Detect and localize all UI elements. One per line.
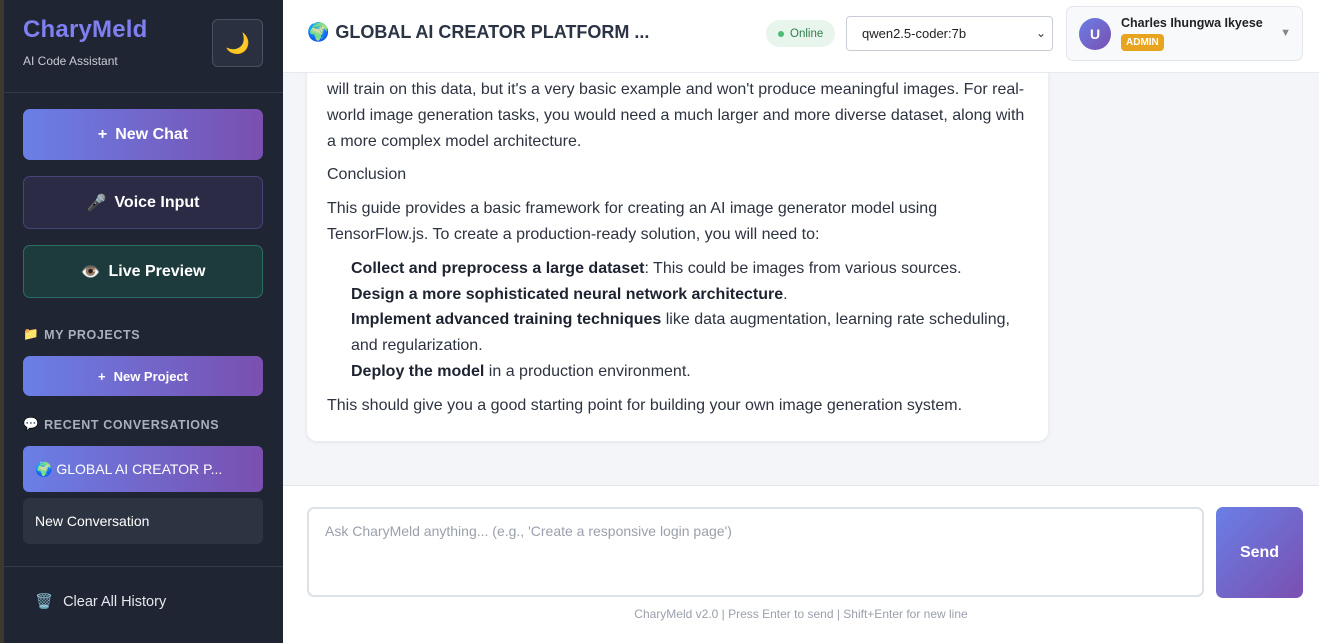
chat-title-text: GLOBAL AI CREATOR PLATFORM ... [335,22,650,42]
status-dot-icon [778,30,784,37]
voice-input-label: Voice Input [114,193,200,211]
new-project-button[interactable]: + New Project [23,356,263,396]
list-item-bold: Deploy the model [351,362,485,380]
brand-subtitle: AI Code Assistant [23,54,118,68]
sidebar: CharyMeld AI Code Assistant 🌙 + New Chat… [0,0,283,643]
list-item: Design a more sophisticated neural netwo… [327,282,1027,308]
projects-heading: 📁 MY PROJECTS [23,327,140,342]
conversation-item-active[interactable]: 🌍 GLOBAL AI CREATOR P... [23,446,263,492]
message-body: will train on this data, but it's a very… [327,77,1027,419]
message-paragraph: This should give you a good starting poi… [327,396,963,414]
header: 🌍 GLOBAL AI CREATOR PLATFORM ... Online … [283,0,1319,73]
microphone-icon: 🎤 [86,194,107,212]
eye-icon: 👁️ [80,263,101,281]
model-select[interactable]: qwen2.5-coder:7b ⌄ [846,16,1053,51]
conclusion-heading: Conclusion [327,166,407,184]
status-badge: Online [766,20,836,47]
moon-icon: 🌙 [225,32,250,55]
divider [4,92,283,93]
role-badge: ADMIN [1121,34,1164,51]
list-item-text: in a production environment. [484,362,691,380]
user-name: Charles Ihungwa Ikyese [1121,16,1263,30]
message-input[interactable] [307,507,1204,597]
avatar: U [1079,18,1111,50]
message-paragraph: will train on this data, but it's a very… [327,81,1025,150]
live-preview-label: Live Preview [108,262,206,280]
list-item: Collect and preprocess a large dataset: … [327,256,1027,282]
list-item: Implement advanced training techniques l… [327,307,1027,359]
live-preview-button[interactable]: 👁️ Live Preview [23,245,263,298]
divider [4,566,283,567]
voice-input-button[interactable]: 🎤 Voice Input [23,176,263,229]
globe-icon: 🌍 [307,22,330,42]
folder-icon: 📁 [23,327,40,341]
clear-history-button[interactable]: 🗑️ Clear All History [35,593,167,611]
list-item-bold: Design a more sophisticated neural netwo… [351,285,784,303]
recent-conversations-heading: 💬 RECENT CONVERSATIONS [23,417,219,432]
theme-toggle-button[interactable]: 🌙 [212,19,263,67]
chat-title: 🌍 GLOBAL AI CREATOR PLATFORM ... [307,22,649,43]
clear-history-label: Clear All History [63,593,167,610]
new-project-label: New Project [113,368,188,384]
list-item-text: : This could be images from various sour… [644,259,962,277]
user-menu[interactable]: U Charles Ihungwa Ikyese ADMIN ▼ [1066,6,1303,61]
brand-title: CharyMeld [23,16,148,43]
message-paragraph: This guide provides a basic framework fo… [327,200,938,243]
send-button[interactable]: Send [1216,507,1303,598]
plus-icon: + [97,125,108,143]
list-item-bold: Implement advanced training techniques [351,311,662,329]
conversation-item[interactable]: New Conversation [23,498,263,544]
projects-heading-label: MY PROJECTS [44,327,141,342]
model-select-value: qwen2.5-coder:7b [862,26,967,41]
brand: CharyMeld AI Code Assistant [23,16,148,68]
list-item-bold: Collect and preprocess a large dataset [351,259,645,277]
composer: Send CharyMeld v2.0 | Press Enter to sen… [283,485,1319,643]
chat-messages: will train on this data, but it's a very… [283,74,1319,485]
plus-icon: + [97,368,106,384]
new-chat-button[interactable]: + New Chat [23,109,263,160]
new-chat-label: New Chat [115,125,189,143]
list-item-text: . [783,285,788,303]
status-text: Online [790,27,824,40]
speech-bubble-icon: 💬 [23,417,40,431]
trash-icon: 🗑️ [35,594,54,610]
recent-heading-label: RECENT CONVERSATIONS [44,417,220,432]
list-item: Deploy the model in a production environ… [327,359,1027,385]
sidebar-edge [0,0,4,643]
footer-hint: CharyMeld v2.0 | Press Enter to send | S… [634,607,968,621]
chevron-down-icon: ⌄ [1035,26,1046,40]
caret-down-icon: ▼ [1280,27,1291,39]
